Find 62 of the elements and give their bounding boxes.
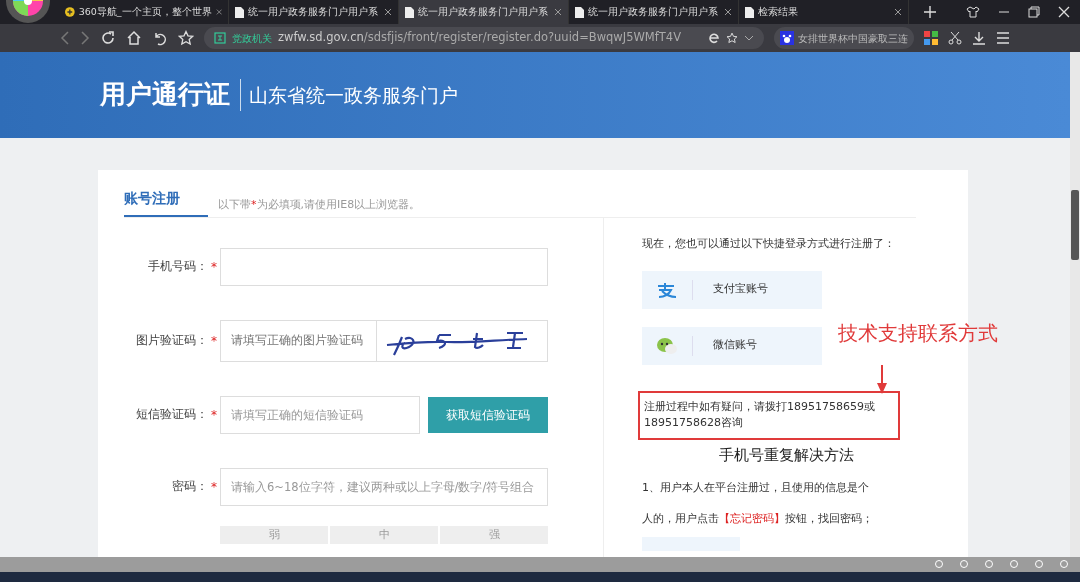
page-icon xyxy=(235,6,244,18)
shirt-icon[interactable] xyxy=(966,6,980,18)
paw-icon xyxy=(780,31,794,45)
ie-icon[interactable] xyxy=(708,32,720,44)
password-field[interactable]: 请输入6~18位字符，建议两种或以上字母/数字/符号组合 xyxy=(220,468,548,506)
field-label: 图片验证码： xyxy=(135,332,208,350)
portal-subtitle: 山东省统一政务服务门户 xyxy=(248,82,458,108)
back-icon[interactable] xyxy=(60,31,70,45)
search-field[interactable]: 女排世界杯中国豪取三连 xyxy=(774,27,914,49)
close-icon[interactable] xyxy=(724,8,732,16)
login-option[interactable]: 微信账号 xyxy=(642,326,822,365)
address-bar[interactable]: 党政机关 zwfw.sd.gov.cn/sdsfjis/front/register/register.do?uuid=BwqwJ5WMfT4V xyxy=(204,27,764,49)
alipay-icon xyxy=(656,281,678,298)
strength-level: 强 xyxy=(440,526,548,544)
intro-text: 现在，您也可以通过以下快捷登录方式进行注册了： xyxy=(642,236,896,252)
scrollbar[interactable] xyxy=(1070,52,1080,557)
restore-icon[interactable] xyxy=(1028,6,1040,18)
page-icon xyxy=(575,6,584,18)
close-icon[interactable] xyxy=(894,8,902,16)
browser-tab[interactable]: 统一用户政务服务门户用户系 xyxy=(399,0,569,24)
register-tab[interactable]: 账号注册 xyxy=(124,188,208,217)
step-text: 1、用户本人在平台注册过，且使用的信息是个 xyxy=(642,480,870,496)
download-icon[interactable] xyxy=(972,31,986,45)
field-label: 短信验证码： xyxy=(135,406,208,424)
portal-title: 用户通行证 xyxy=(100,79,241,111)
undo-icon[interactable] xyxy=(152,30,168,46)
reload-icon[interactable] xyxy=(100,30,116,46)
captcha-field[interactable]: 请填写正确的图片验证码 xyxy=(220,320,548,362)
field-label: 密码： xyxy=(171,478,208,496)
page-icon xyxy=(745,6,754,18)
login-option[interactable]: 支付宝账号 xyxy=(642,270,822,309)
field-label: 手机号码： xyxy=(147,258,208,276)
star-icon[interactable] xyxy=(726,32,738,44)
url-text: zwfw.sd.gov.cn/sdsfjis/front/register/register.do?uuid=BwqwJ5WMfT4V xyxy=(278,29,682,47)
required-mark: * xyxy=(210,259,218,276)
new-tab-icon[interactable] xyxy=(924,6,936,18)
forward-icon[interactable] xyxy=(80,31,90,45)
chevron-down-icon[interactable] xyxy=(744,34,754,42)
star-icon[interactable] xyxy=(178,30,194,46)
wechat-icon xyxy=(656,336,678,355)
contact-note: 注册过程中如有疑问，请拨打18951758659或18951758628咨询 xyxy=(638,390,900,440)
phone-field[interactable] xyxy=(220,248,548,286)
required-mark: * xyxy=(210,407,218,424)
sms-code-field[interactable]: 请填写正确的短信验证码 xyxy=(220,396,420,434)
apps-icon[interactable] xyxy=(924,31,938,45)
required-mark: * xyxy=(210,333,218,350)
strength-level: 中 xyxy=(330,526,438,544)
close-icon[interactable] xyxy=(384,8,392,16)
page-icon xyxy=(405,6,414,18)
annotation-arrow xyxy=(876,365,888,395)
search-text: 女排世界杯中国豪取三连 xyxy=(798,31,908,46)
site-label: 党政机关 xyxy=(232,31,272,46)
required-note: 以下带*为必填项,请使用IE8以上浏览器。 xyxy=(217,196,421,213)
section-heading: 手机号重复解决方法 xyxy=(717,444,855,466)
scissors-icon[interactable] xyxy=(948,31,962,45)
plus-circle-icon xyxy=(65,6,75,18)
required-mark: * xyxy=(210,479,218,496)
step-text: 人的，用户点击【忘记密码】按钮，找回密码； xyxy=(642,510,874,527)
strength-level: 弱 xyxy=(220,526,328,544)
home-icon[interactable] xyxy=(126,30,142,46)
menu-icon[interactable] xyxy=(996,31,1010,45)
annotation-text: 技术支持联系方式 xyxy=(838,320,998,347)
